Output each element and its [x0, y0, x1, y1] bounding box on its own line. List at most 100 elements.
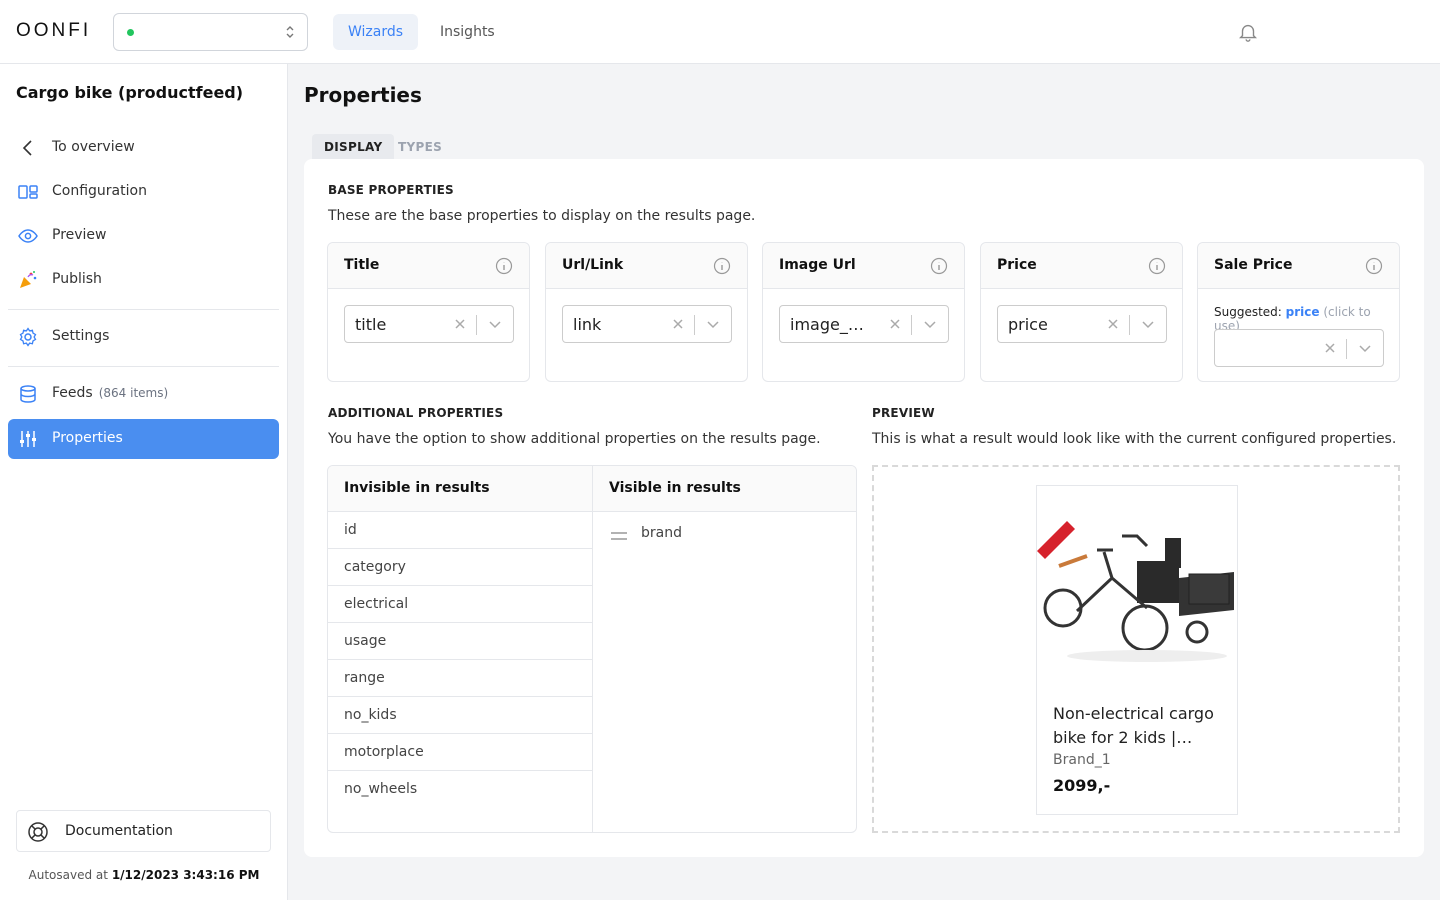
base-properties-description: These are the base properties to display…	[328, 208, 756, 224]
info-icon[interactable]	[713, 257, 731, 275]
chevron-down-icon[interactable]	[706, 317, 720, 331]
sidebar-divider	[8, 366, 279, 367]
sidebar-item-settings[interactable]: Settings	[8, 317, 279, 357]
autosave-time: 1/12/2023 3:43:16 PM	[111, 868, 260, 882]
price-select[interactable]: price	[997, 305, 1167, 343]
chevron-down-icon[interactable]	[1358, 341, 1372, 355]
tab-types[interactable]: TYPES	[386, 134, 454, 160]
tab-display[interactable]: DISPLAY	[312, 134, 395, 160]
app-logo[interactable]: OONFI	[16, 20, 91, 42]
list-item[interactable]: no_wheels	[328, 771, 592, 808]
property-url-link: Url/Link link	[545, 242, 748, 382]
layout-icon	[18, 185, 38, 199]
info-icon[interactable]	[1365, 257, 1383, 275]
sale-price-select[interactable]	[1214, 329, 1384, 367]
chevron-down-icon[interactable]	[488, 317, 502, 331]
documentation-label: Documentation	[65, 823, 173, 839]
info-icon[interactable]	[495, 257, 513, 275]
property-name: Url/Link	[562, 257, 624, 273]
feed-item-count: (864 items)	[98, 386, 169, 400]
property-name: Price	[997, 257, 1037, 273]
status-dot	[127, 29, 134, 36]
gear-icon	[19, 327, 37, 347]
title-select[interactable]: title	[344, 305, 514, 343]
list-item[interactable]: range	[328, 660, 592, 697]
sidebar-item-to-overview[interactable]: To overview	[8, 128, 279, 168]
preview-area: Non-electrical cargo bike for 2 kids |… …	[872, 465, 1400, 833]
product-name: Non-electrical cargo bike for 2 kids |…	[1053, 704, 1214, 747]
sidebar-item-label: Publish	[52, 271, 102, 287]
base-properties-heading: BASE PROPERTIES	[328, 183, 454, 197]
list-item[interactable]: electrical	[328, 586, 592, 623]
feed-title: Cargo bike (productfeed)	[16, 83, 244, 102]
sidebar: Cargo bike (productfeed) To overview Con…	[0, 64, 288, 900]
sidebar-item-configuration[interactable]: Configuration	[8, 172, 279, 212]
additional-properties-heading: ADDITIONAL PROPERTIES	[328, 406, 504, 420]
list-item[interactable]: id	[328, 512, 592, 549]
chevron-down-icon[interactable]	[923, 317, 937, 331]
info-icon[interactable]	[1148, 257, 1166, 275]
updown-chevron-icon	[286, 26, 294, 38]
suggested-value-link[interactable]: price	[1286, 305, 1320, 319]
visible-column: Visible in results brand	[593, 466, 856, 832]
product-image	[1037, 521, 1234, 662]
property-name: Title	[344, 257, 380, 273]
property-name: Sale Price	[1214, 257, 1293, 273]
sidebar-item-properties[interactable]: Properties	[8, 419, 279, 459]
documentation-button[interactable]: Documentation	[16, 810, 271, 852]
sidebar-item-publish[interactable]: Publish	[8, 260, 279, 300]
list-item[interactable]: brand	[593, 512, 856, 556]
additional-properties-description: You have the option to show additional p…	[328, 431, 821, 447]
eye-icon	[18, 229, 38, 243]
clear-icon[interactable]	[1323, 341, 1337, 355]
url-link-select[interactable]: link	[562, 305, 732, 343]
database-icon	[20, 385, 36, 403]
party-popper-icon	[20, 271, 37, 288]
list-item[interactable]: motorplace	[328, 734, 592, 771]
top-bar: OONFI Wizards Insights	[0, 0, 1440, 64]
visible-column-header: Visible in results	[593, 466, 856, 512]
clear-icon[interactable]	[888, 317, 902, 331]
tab-insights[interactable]: Insights	[425, 14, 510, 50]
sidebar-item-label: Properties	[52, 430, 123, 446]
product-brand: Brand_1	[1053, 752, 1111, 768]
properties-card: BASE PROPERTIES These are the base prope…	[304, 159, 1424, 857]
property-title: Title title	[327, 242, 530, 382]
property-image-url: Image Url image_link	[762, 242, 965, 382]
image-url-select[interactable]: image_link	[779, 305, 949, 343]
sidebar-item-label: Settings	[52, 328, 110, 344]
property-sale-price: Sale Price Suggested: price (click to us…	[1197, 242, 1400, 382]
sidebar-item-preview[interactable]: Preview	[8, 216, 279, 256]
sidebar-divider	[8, 309, 279, 310]
bell-icon[interactable]	[1237, 21, 1259, 43]
list-item[interactable]: usage	[328, 623, 592, 660]
product-card[interactable]: Non-electrical cargo bike for 2 kids |… …	[1036, 485, 1238, 815]
environment-select[interactable]	[113, 13, 308, 51]
clear-icon[interactable]	[671, 317, 685, 331]
invisible-column-header: Invisible in results	[328, 466, 592, 512]
sidebar-item-feeds[interactable]: Feeds (864 items)	[8, 374, 279, 414]
sidebar-item-label: Preview	[52, 227, 107, 243]
property-name: Image Url	[779, 257, 856, 273]
preview-heading: PREVIEW	[872, 406, 935, 420]
chevron-down-icon[interactable]	[1141, 317, 1155, 331]
sidebar-item-label: Feeds	[52, 385, 93, 401]
list-item[interactable]: no_kids	[328, 697, 592, 734]
sliders-icon	[20, 431, 36, 447]
product-price: 2099,-	[1053, 776, 1111, 795]
sidebar-item-label: Configuration	[52, 183, 147, 199]
property-columns: Invisible in results id category electri…	[327, 465, 857, 833]
lifebuoy-icon	[28, 822, 48, 842]
chevron-left-icon	[22, 140, 32, 156]
clear-icon[interactable]	[1106, 317, 1120, 331]
tab-wizards[interactable]: Wizards	[333, 14, 419, 50]
drag-handle-icon[interactable]	[611, 532, 627, 540]
invisible-column: Invisible in results id category electri…	[328, 466, 593, 832]
clear-icon[interactable]	[453, 317, 467, 331]
preview-description: This is what a result would look like wi…	[872, 431, 1397, 447]
list-item[interactable]: category	[328, 549, 592, 586]
autosave-status: Autosaved at 1/12/2023 3:43:16 PM	[28, 868, 260, 882]
page-title: Properties	[304, 83, 422, 107]
property-price: Price price	[980, 242, 1183, 382]
info-icon[interactable]	[930, 257, 948, 275]
